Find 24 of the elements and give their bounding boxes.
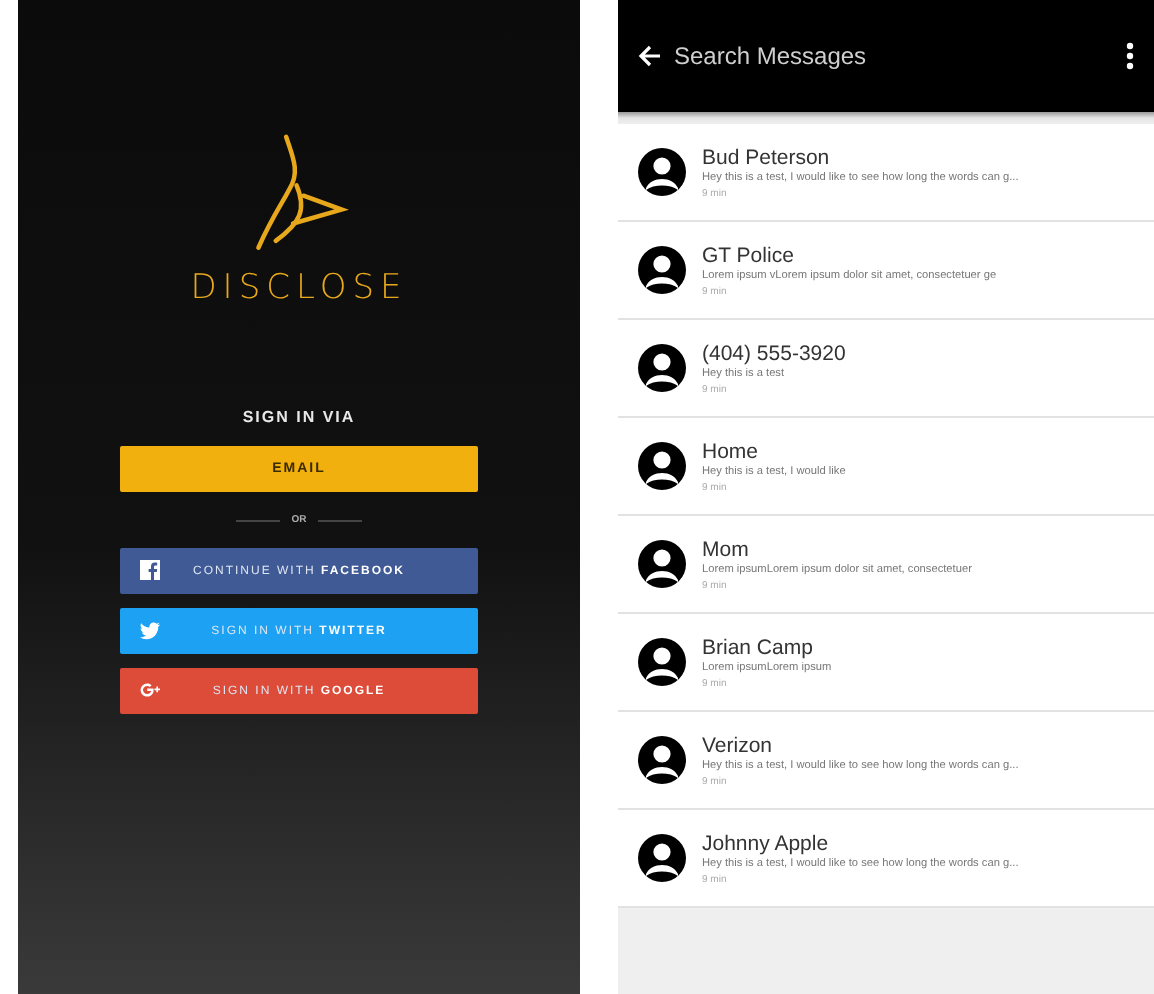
avatar-icon <box>638 834 686 882</box>
contact-name: GT Police <box>702 243 796 267</box>
avatar-icon <box>638 540 686 588</box>
contact-name: Mom <box>702 537 751 561</box>
avatar-icon <box>638 246 686 294</box>
sign-in-heading: SIGN IN VIA <box>242 408 356 426</box>
contact-name: Home <box>702 439 761 463</box>
contact-name: Verizon <box>702 733 775 757</box>
facebook-logo-icon <box>140 560 160 580</box>
back-arrow-icon[interactable] <box>638 44 662 68</box>
brand-name: DISCLOSE <box>190 268 408 308</box>
avatar-icon <box>638 442 686 490</box>
contact-name: Bud Peterson <box>702 145 832 169</box>
avatar-icon <box>638 736 686 784</box>
contact-name: Johnny Apple <box>702 831 831 855</box>
more-menu-icon[interactable] <box>1126 42 1134 70</box>
contact-name: (404) 555-3920 <box>702 341 846 365</box>
search-field[interactable]: Search Messages <box>674 38 1114 74</box>
avatar-icon <box>638 148 686 196</box>
google-plus-icon <box>140 680 160 700</box>
avatar-icon <box>638 638 686 686</box>
bird-icon <box>140 620 160 640</box>
contact-name: Brian Camp <box>702 635 813 659</box>
avatar-icon <box>638 344 686 392</box>
